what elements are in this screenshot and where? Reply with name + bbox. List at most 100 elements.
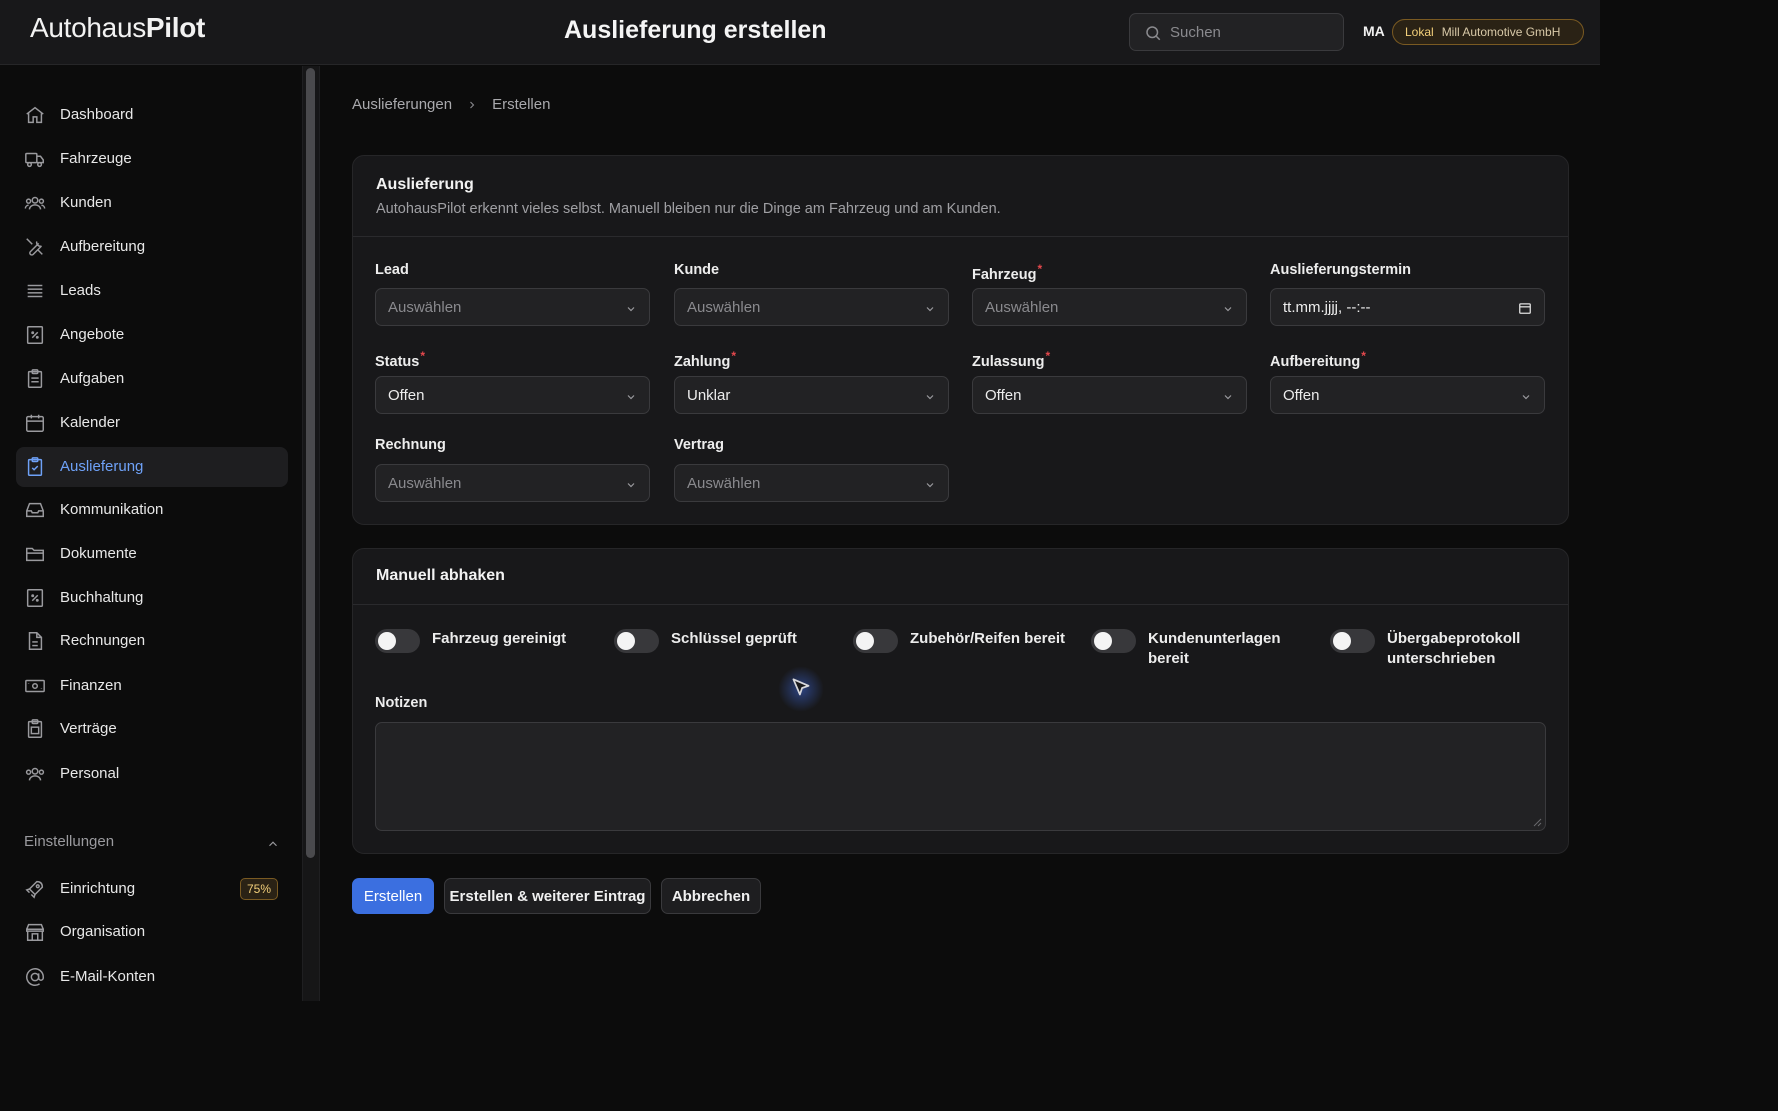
sidebar-item-aufbereitung[interactable]: Aufbereitung: [16, 227, 288, 267]
toggle-label: Schlüssel geprüft: [671, 630, 797, 647]
required-marker: *: [1045, 349, 1051, 363]
sidebar-item-organisation[interactable]: Organisation: [16, 912, 288, 952]
banknotes-icon: [25, 679, 45, 693]
mouse-cursor-icon: [792, 678, 810, 696]
toggle-label: Kundenunterlagen bereit: [1148, 630, 1281, 667]
calendar-icon[interactable]: [1518, 301, 1532, 315]
sidebar-item-email-konten[interactable]: E-Mail-Konten: [16, 957, 288, 997]
required-marker: *: [1361, 349, 1366, 363]
breadcrumb: Auslieferungen Erstellen: [352, 96, 550, 113]
zulassung-select[interactable]: Offen: [972, 376, 1247, 414]
sidebar-item-rechnungen[interactable]: Rechnungen: [16, 621, 288, 661]
sidebar-item-aufgaben[interactable]: Aufgaben: [16, 359, 288, 399]
clipboard-list-icon: [27, 369, 43, 388]
chevron-down-icon: [627, 483, 635, 488]
aufbereitung-select-value: Offen: [1283, 387, 1320, 404]
lead-label: Lead: [375, 262, 409, 278]
toggle-switch[interactable]: [375, 629, 420, 653]
create-button[interactable]: Erstellen: [352, 878, 434, 914]
breadcrumb-link-auslieferungen[interactable]: Auslieferungen: [352, 96, 452, 113]
calendar-icon: [26, 414, 44, 432]
chevron-down-icon: [627, 395, 635, 400]
sidebar-item-einrichtung[interactable]: Einrichtung 75%: [16, 869, 288, 909]
document-icon: [28, 632, 43, 650]
wrench-screwdriver-icon: [26, 238, 43, 256]
tenant-switcher[interactable]: Lokal Mill Automotive GmbH: [1392, 19, 1584, 45]
sidebar-item-label: Personal: [60, 765, 120, 782]
toggle-switch[interactable]: [1330, 629, 1375, 653]
kunde-select-value: Auswählen: [687, 299, 761, 316]
app-logo[interactable]: AutohausPilot: [30, 12, 205, 44]
sidebar-item-label: Buchhaltung: [60, 589, 144, 606]
global-search[interactable]: [1129, 13, 1344, 51]
aufbereitung-select[interactable]: Offen: [1270, 376, 1545, 414]
sidebar-item-kalender[interactable]: Kalender: [16, 403, 288, 443]
notizen-textarea[interactable]: [375, 722, 1546, 831]
create-another-button[interactable]: Erstellen & weiterer Eintrag: [444, 878, 651, 914]
sidebar-item-leads[interactable]: Leads: [16, 271, 288, 311]
search-icon: [1146, 26, 1161, 41]
kunde-select[interactable]: Auswählen: [674, 288, 949, 326]
sidebar-item-vertraege[interactable]: Verträge: [16, 709, 288, 749]
home-icon: [26, 106, 44, 124]
rocket-icon: [25, 880, 44, 899]
building-storefront-icon: [26, 923, 44, 941]
toggle-label: Fahrzeug gereinigt: [432, 630, 567, 647]
sidebar-item-label: Aufgaben: [60, 370, 125, 387]
sidebar-item-label: Fahrzeuge: [60, 150, 132, 167]
auslieferungstermin-input[interactable]: tt.mm.jjjj, --:--: [1270, 288, 1545, 326]
sidebar-item-label: Auslieferung: [60, 458, 144, 475]
resize-handle-icon[interactable]: [1532, 817, 1542, 827]
organization-name: Mill Automotive GmbH: [1441, 25, 1561, 39]
sidebar-item-kunden[interactable]: Kunden: [16, 183, 288, 223]
search-input[interactable]: [1170, 22, 1330, 42]
fahrzeug-select[interactable]: Auswählen: [972, 288, 1247, 326]
clipboard-check-icon: [27, 457, 43, 476]
settings-group-toggle[interactable]: Einstellungen: [24, 833, 280, 853]
status-select[interactable]: Offen: [375, 376, 650, 414]
fahrzeug-select-value: Auswählen: [985, 299, 1059, 316]
required-marker: *: [1037, 262, 1043, 276]
page-title: Auslieferung erstellen: [564, 16, 827, 44]
settings-group-label: Einstellungen: [24, 833, 115, 850]
chevron-down-icon: [926, 307, 934, 312]
sidebar-item-dokumente[interactable]: Dokumente: [16, 534, 288, 574]
sidebar-item-personal[interactable]: Personal: [16, 754, 288, 794]
vertrag-select[interactable]: Auswählen: [674, 464, 949, 502]
sidebar-item-kommunikation[interactable]: Kommunikation: [16, 490, 288, 530]
sidebar-item-finanzen[interactable]: Finanzen: [16, 666, 288, 706]
app-root: AutohausPilot Auslieferung erstellen MA …: [0, 0, 1778, 1111]
user-group-icon: [25, 767, 45, 781]
sidebar-item-angebote[interactable]: Angebote: [16, 315, 288, 355]
toggle-knob: [856, 632, 874, 650]
toggle-switch[interactable]: [614, 629, 659, 653]
sidebar-item-label: Kalender: [60, 414, 121, 431]
sidebar-item-buchhaltung[interactable]: Buchhaltung: [16, 578, 288, 618]
cancel-button[interactable]: Abbrechen: [661, 878, 761, 914]
toggle-switch[interactable]: [853, 629, 898, 653]
section-title: Manuell abhaken: [376, 567, 505, 584]
sidebar: Dashboard Fahrzeuge Kunden Aufbereitung …: [0, 66, 302, 1001]
toggle-knob: [1333, 632, 1351, 650]
rechnung-label: Rechnung: [375, 437, 446, 453]
chevron-down-icon: [627, 307, 635, 312]
receipt-percent-icon: [26, 589, 44, 607]
sidebar-item-label: Rechnungen: [60, 632, 146, 649]
rechnung-select-value: Auswählen: [388, 475, 462, 492]
clipboard-document-icon: [27, 719, 43, 738]
zahlung-select[interactable]: Unklar: [674, 376, 949, 414]
rechnung-select[interactable]: Auswählen: [375, 464, 650, 502]
chevron-down-icon: [926, 395, 934, 400]
sidebar-item-dashboard[interactable]: Dashboard: [16, 95, 288, 135]
sidebar-item-label: Kunden: [60, 194, 112, 211]
sidebar-item-fahrzeuge[interactable]: Fahrzeuge: [16, 139, 288, 179]
breadcrumb-current: Erstellen: [492, 96, 551, 113]
user-avatar[interactable]: MA: [1363, 23, 1385, 39]
toggle-switch[interactable]: [1091, 629, 1136, 653]
status-select-value: Offen: [388, 387, 425, 404]
lead-select[interactable]: Auswählen: [375, 288, 650, 326]
sidebar-scrollbar-thumb[interactable]: [306, 68, 315, 858]
sidebar-item-auslieferung[interactable]: Auslieferung: [16, 447, 288, 487]
zulassung-select-value: Offen: [985, 387, 1022, 404]
zahlung-label: Zahlung*: [674, 349, 737, 370]
